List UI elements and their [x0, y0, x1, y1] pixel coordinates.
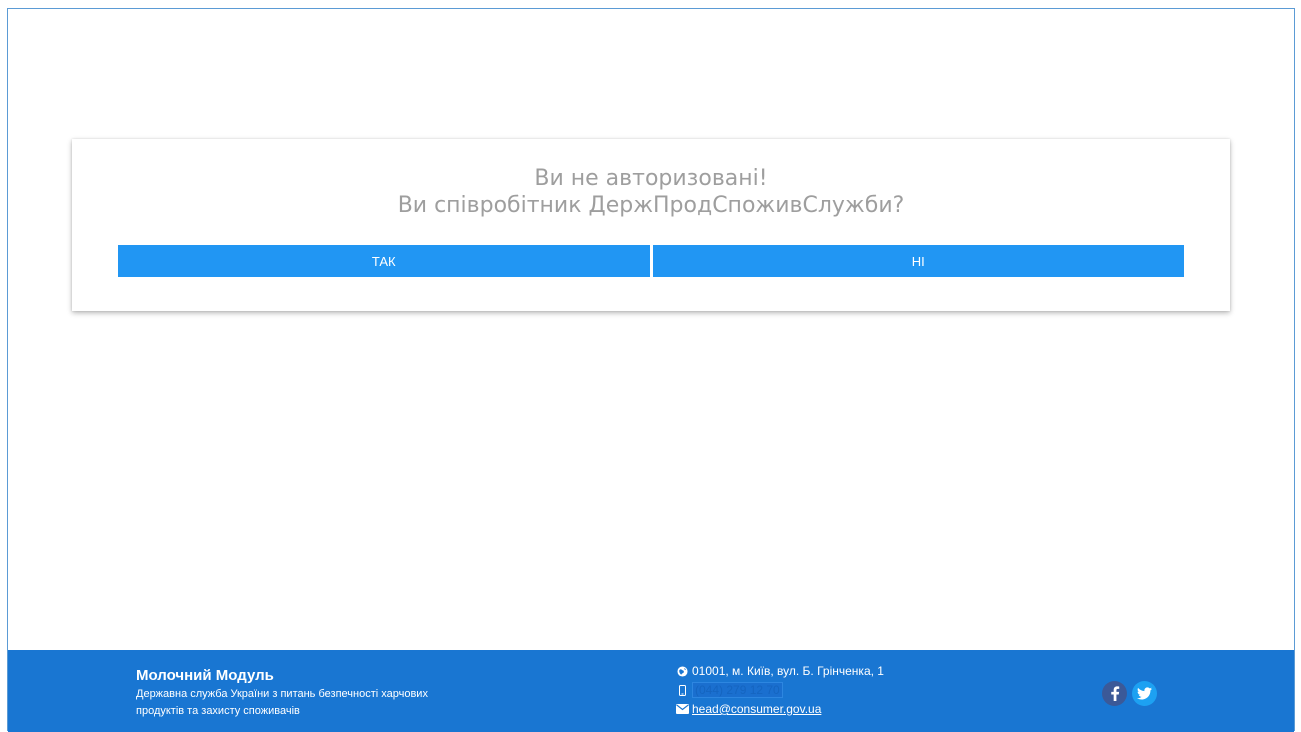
address-text: 01001, м. Київ, вул. Б. Грінченка, 1 [692, 664, 884, 678]
auth-message: Ви не авторизовані! Ви співробітник Держ… [72, 165, 1230, 219]
email-link[interactable]: head@consumer.gov.ua [692, 702, 821, 716]
auth-title-line1: Ви не авторизовані! [534, 166, 768, 191]
social-links [1102, 681, 1157, 706]
footer-contacts: 01001, м. Київ, вул. Б. Грінченка, 1 (04… [675, 662, 975, 719]
envelope-icon [675, 704, 689, 714]
address-row: 01001, м. Київ, вул. Б. Грінченка, 1 [675, 662, 975, 680]
footer-subtitle: Державна служба України з питань безпечн… [136, 688, 428, 717]
phone-link[interactable]: (044) 279 12 70 [692, 682, 783, 698]
phone-row: (044) 279 12 70 [675, 681, 975, 699]
yes-button[interactable]: ТАК [118, 245, 650, 277]
email-row: head@consumer.gov.ua [675, 700, 975, 718]
footer-brand: Молочний Модуль Державна служба України … [136, 666, 496, 720]
auth-button-group: ТАК НІ [118, 245, 1184, 277]
facebook-icon[interactable] [1102, 681, 1127, 706]
no-button[interactable]: НІ [652, 245, 1184, 277]
page-frame: Ви не авторизовані! Ви співробітник Держ… [7, 8, 1295, 732]
footer-title: Молочний Модуль [136, 667, 274, 684]
footer: Молочний Модуль Державна служба України … [8, 650, 1294, 732]
auth-dialog: Ви не авторизовані! Ви співробітник Держ… [72, 139, 1230, 311]
twitter-icon[interactable] [1132, 681, 1157, 706]
mobile-phone-icon [675, 684, 689, 696]
globe-icon [675, 665, 689, 677]
auth-title-line2: Ви співробітник ДержПродСпоживСлужби? [397, 193, 905, 218]
